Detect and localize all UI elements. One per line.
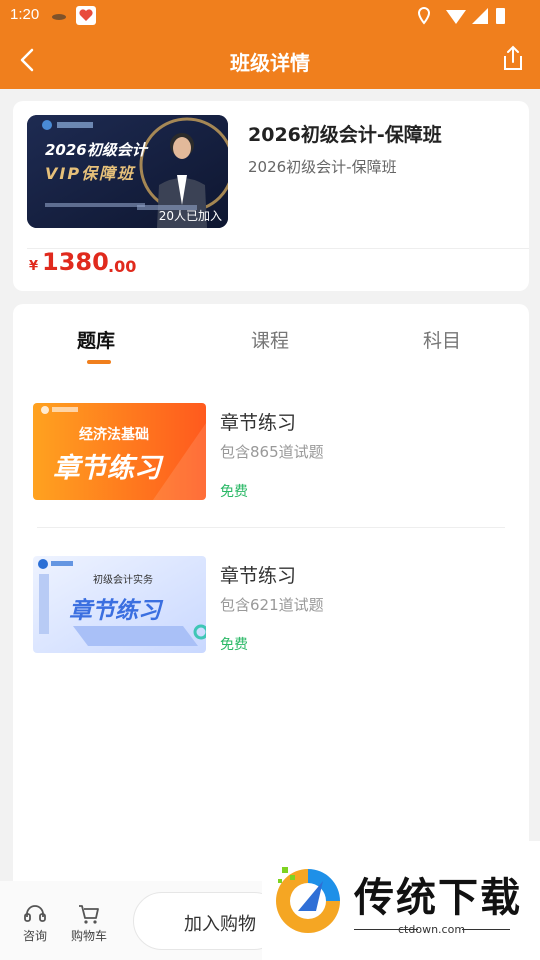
watermark: 传统下载 ctdown.com bbox=[262, 841, 540, 960]
thumb-line2: VIP保障班 bbox=[45, 164, 136, 183]
cart-icon bbox=[79, 905, 99, 924]
add-to-cart-label: 加入购物 bbox=[184, 914, 256, 935]
cart-label: 购物车 bbox=[70, 929, 107, 943]
joined-count: 20人已加入 bbox=[158, 209, 222, 223]
banner-main-text: 章节练习 bbox=[53, 453, 164, 484]
item-banner: 初级会计实务 章节练习 bbox=[33, 556, 206, 653]
item-count: 包含621道试题 bbox=[220, 596, 324, 614]
tab-subject[interactable]: 科目 bbox=[423, 326, 461, 353]
content-panel: 题库 课程 科目 经济法基础 章节练习 章节练习 包含865道试题 免费 初级会… bbox=[13, 304, 529, 904]
tab-indicator bbox=[87, 360, 111, 364]
tab-question-bank[interactable]: 题库 bbox=[77, 326, 115, 353]
divider bbox=[37, 527, 505, 528]
watermark-text: 传统下载 bbox=[354, 875, 522, 921]
item-name: 章节练习 bbox=[220, 412, 297, 434]
tab-course[interactable]: 课程 bbox=[251, 326, 289, 353]
course-card: 2026初级会计 VIP保障班 20人已加入 2026初级会计-保障班 2026… bbox=[13, 101, 529, 291]
watermark-logo-icon bbox=[276, 867, 340, 933]
price-currency: ¥ bbox=[29, 259, 39, 274]
list-item[interactable]: 初级会计实务 章节练习 章节练习 包含621道试题 免费 bbox=[33, 556, 503, 656]
consult-label: 咨询 bbox=[22, 929, 47, 943]
share-icon[interactable] bbox=[500, 44, 526, 72]
status-icons bbox=[418, 6, 505, 25]
free-badge: 免费 bbox=[220, 484, 248, 500]
status-time: 1:20 bbox=[10, 6, 40, 23]
cart-nav-button[interactable]: 购物车 bbox=[67, 903, 111, 944]
page-title: 班级详情 bbox=[230, 51, 310, 75]
item-banner: 经济法基础 章节练习 bbox=[33, 403, 206, 500]
price-decimal: .00 bbox=[108, 257, 137, 276]
course-subtitle: 2026初级会计-保障班 bbox=[248, 158, 397, 176]
banner-main-text: 章节练习 bbox=[69, 597, 164, 624]
app-bar: 班级详情 bbox=[0, 32, 540, 89]
consult-button[interactable]: 咨询 bbox=[13, 903, 57, 944]
thumb-line1: 2026初级会计 bbox=[45, 141, 149, 159]
add-to-cart-button[interactable]: 加入购物 bbox=[133, 892, 283, 950]
divider bbox=[462, 929, 510, 930]
free-badge: 免费 bbox=[220, 637, 248, 653]
item-count: 包含865道试题 bbox=[220, 443, 324, 461]
cloud-icon bbox=[52, 14, 66, 20]
list-item[interactable]: 经济法基础 章节练习 章节练习 包含865道试题 免费 bbox=[33, 403, 503, 503]
banner-top-text: 初级会计实务 bbox=[93, 573, 153, 586]
item-name: 章节练习 bbox=[220, 565, 297, 587]
course-title: 2026初级会计-保障班 bbox=[248, 124, 442, 146]
price-integer: 1380 bbox=[42, 248, 109, 276]
course-thumbnail: 2026初级会计 VIP保障班 20人已加入 bbox=[27, 115, 228, 228]
banner-top-text: 经济法基础 bbox=[79, 426, 149, 443]
status-bar: 1:20 bbox=[0, 0, 540, 32]
app-notification-icon bbox=[76, 6, 96, 25]
watermark-url: ctdown.com bbox=[398, 923, 466, 936]
headset-icon bbox=[24, 905, 46, 922]
